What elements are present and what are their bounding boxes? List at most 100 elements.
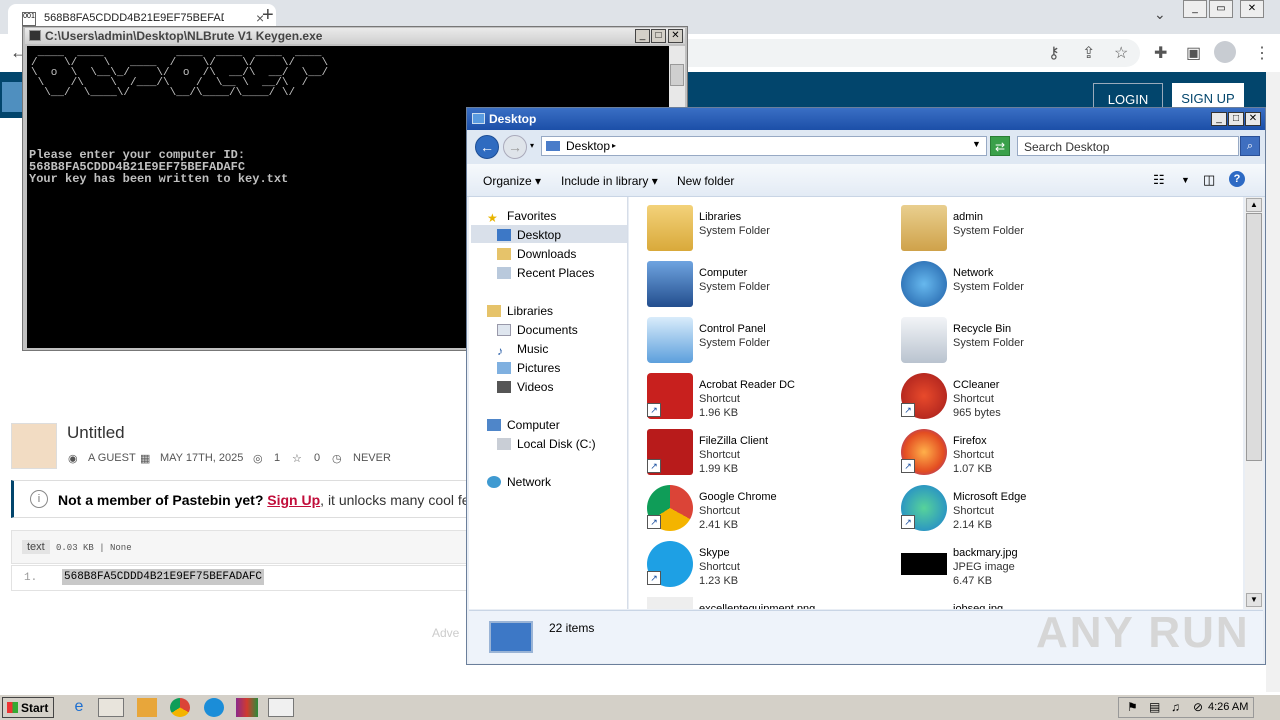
star-icon[interactable]: ☆ (292, 452, 302, 465)
file-item[interactable]: Libraries System Folder (647, 205, 897, 257)
file-item[interactable]: ↗ Google Chrome Shortcut 2.41 KB (647, 485, 897, 537)
console-maximize-button[interactable]: □ (651, 29, 666, 43)
chrome-taskbar-icon[interactable] (170, 698, 190, 717)
page-scrollbar[interactable] (1266, 72, 1280, 692)
code-line[interactable]: 568B8FA5CDDD4B21E9EF75BEFADAFC (62, 569, 265, 585)
profile-avatar[interactable] (1214, 41, 1236, 63)
share-icon[interactable]: ⇪ (1082, 43, 1095, 63)
nav-desktop[interactable]: Desktop (497, 228, 561, 242)
libraries-folder-icon (647, 205, 693, 251)
include-in-library-menu[interactable]: Include in library ▾ (561, 174, 658, 188)
refresh-icon[interactable]: ⇄ (990, 136, 1010, 156)
new-tab-button[interactable]: + (262, 4, 274, 27)
address-dropdown-icon[interactable]: ▼ (972, 139, 981, 149)
recent-pages-chevron-icon[interactable]: ▾ (527, 135, 537, 159)
console-close-button[interactable]: ✕ (668, 29, 683, 43)
syntax-badge[interactable]: text (22, 540, 50, 554)
paste-author[interactable]: A GUEST (88, 452, 136, 464)
file-item[interactable]: ↗ Skype Shortcut 1.23 KB (647, 541, 897, 593)
file-item[interactable]: backmary.jpg JPEG image 6.47 KB (901, 541, 1151, 593)
view-options-icon[interactable]: ☷ (1153, 172, 1165, 188)
file-item[interactable]: ↗ Firefox Shortcut 1.07 KB (901, 429, 1151, 481)
extensions-icon[interactable]: ✚ (1154, 43, 1167, 63)
tab-search-chevron-icon[interactable]: ⌄ (1154, 6, 1166, 23)
console-taskbar-button[interactable] (268, 698, 294, 717)
winrar-icon[interactable] (236, 698, 258, 717)
file-name: excellentequipment.png (699, 603, 816, 609)
nav-videos[interactable]: Videos (497, 380, 553, 394)
address-text[interactable]: Desktop (566, 139, 610, 153)
search-icon[interactable]: ⌕ (1240, 136, 1260, 156)
nav-computer[interactable]: Computer (487, 418, 560, 432)
nav-downloads[interactable]: Downloads (497, 247, 576, 261)
scroll-up-arrow-icon[interactable]: ▲ (1246, 198, 1262, 212)
explorer-taskbar-button[interactable] (98, 698, 124, 717)
file-item[interactable]: Recycle Bin System Folder (901, 317, 1151, 369)
view-chevron-icon[interactable]: ▼ (1181, 175, 1190, 185)
file-item[interactable]: ↗ Microsoft Edge Shortcut 2.14 KB (901, 485, 1151, 537)
file-list-scroll-thumb[interactable] (1246, 213, 1262, 461)
browser-minimize-button[interactable]: _ (1183, 0, 1207, 18)
help-icon[interactable]: ? (1229, 171, 1245, 187)
pastebin-logo[interactable] (2, 82, 24, 112)
file-name: Google Chrome (699, 491, 777, 503)
explorer-titlebar[interactable]: Desktop _ □ ✕ (467, 108, 1265, 130)
flag-icon[interactable]: ⚑ (1127, 700, 1138, 714)
shortcut-arrow-icon: ↗ (647, 403, 661, 417)
organize-menu[interactable]: Organize ▾ (483, 174, 541, 188)
shortcut-arrow-icon: ↗ (647, 459, 661, 473)
file-item[interactable]: Network System Folder (901, 261, 1151, 313)
file-item[interactable]: Control Panel System Folder (647, 317, 897, 369)
file-name: Skype (699, 547, 730, 559)
internet-explorer-icon[interactable]: e (66, 698, 92, 717)
taskbar-clock[interactable]: 4:26 AM (1208, 701, 1248, 713)
file-type: System Folder (953, 337, 1024, 349)
key-icon[interactable]: ⚷ (1048, 43, 1060, 63)
media-player-icon[interactable] (137, 698, 157, 717)
file-item[interactable]: excellentequipment.png (647, 597, 897, 609)
edge-taskbar-icon[interactable] (204, 698, 224, 717)
nav-pictures[interactable]: Pictures (497, 361, 560, 375)
forward-button[interactable]: → (503, 135, 527, 159)
file-item[interactable]: ↗ CCleaner Shortcut 965 bytes (901, 373, 1151, 425)
nav-libraries[interactable]: Libraries (487, 304, 553, 318)
file-item[interactable]: Computer System Folder (647, 261, 897, 313)
nav-music[interactable]: ♪ Music (497, 342, 548, 358)
file-item[interactable]: admin System Folder (901, 205, 1151, 257)
console-scroll-thumb[interactable] (670, 64, 684, 86)
file-name: Microsoft Edge (953, 491, 1027, 503)
file-item[interactable]: ↗ FileZilla Client Shortcut 1.99 KB (647, 429, 897, 481)
scroll-down-arrow-icon[interactable]: ▼ (1246, 593, 1262, 607)
search-placeholder: Search Desktop (1024, 140, 1110, 154)
nav-local-disk[interactable]: Local Disk (C:) (497, 437, 596, 451)
address-breadcrumb[interactable]: Desktop ▸ ▼ (541, 136, 987, 156)
back-button[interactable]: ← (475, 135, 499, 159)
breadcrumb-arrow-icon[interactable]: ▸ (612, 141, 616, 150)
nav-recent-places[interactable]: Recent Places (497, 266, 594, 280)
console-minimize-button[interactable]: _ (635, 29, 650, 43)
taskbar: Start e ⚑ ▤ ♫ ⊘ 4:26 AM (0, 694, 1280, 720)
kebab-menu-icon[interactable]: ⋮ (1254, 43, 1270, 63)
search-field[interactable]: Search Desktop (1017, 136, 1239, 156)
browser-close-button[interactable]: ✕ (1240, 0, 1264, 18)
security-icon[interactable]: ⊘ (1193, 700, 1203, 714)
side-panel-icon[interactable]: ▣ (1186, 43, 1201, 63)
banner-signup-link[interactable]: Sign Up (267, 492, 320, 508)
nav-documents[interactable]: Documents (497, 323, 578, 337)
start-button[interactable]: Start (2, 697, 54, 718)
new-folder-button[interactable]: New folder (677, 174, 734, 188)
explorer-minimize-button[interactable]: _ (1211, 112, 1227, 126)
console-titlebar[interactable]: C:\Users\admin\Desktop\NLBrute V1 Keygen… (25, 28, 685, 44)
preview-pane-icon[interactable]: ◫ (1203, 172, 1215, 188)
nav-network[interactable]: Network (487, 475, 551, 489)
explorer-close-button[interactable]: ✕ (1245, 112, 1261, 126)
network-tray-icon[interactable]: ▤ (1149, 700, 1160, 714)
browser-restore-button[interactable]: ▭ (1209, 0, 1233, 18)
author-icon: ◉ (68, 453, 78, 465)
file-list-scrollbar[interactable]: ▲ ▼ (1245, 197, 1263, 609)
file-item[interactable]: ↗ Acrobat Reader DC Shortcut 1.96 KB (647, 373, 897, 425)
nav-favorites[interactable]: ★ Favorites (487, 209, 556, 225)
volume-icon[interactable]: ♫ (1171, 700, 1180, 714)
explorer-maximize-button[interactable]: □ (1228, 112, 1244, 126)
bookmark-star-icon[interactable]: ☆ (1114, 43, 1128, 63)
